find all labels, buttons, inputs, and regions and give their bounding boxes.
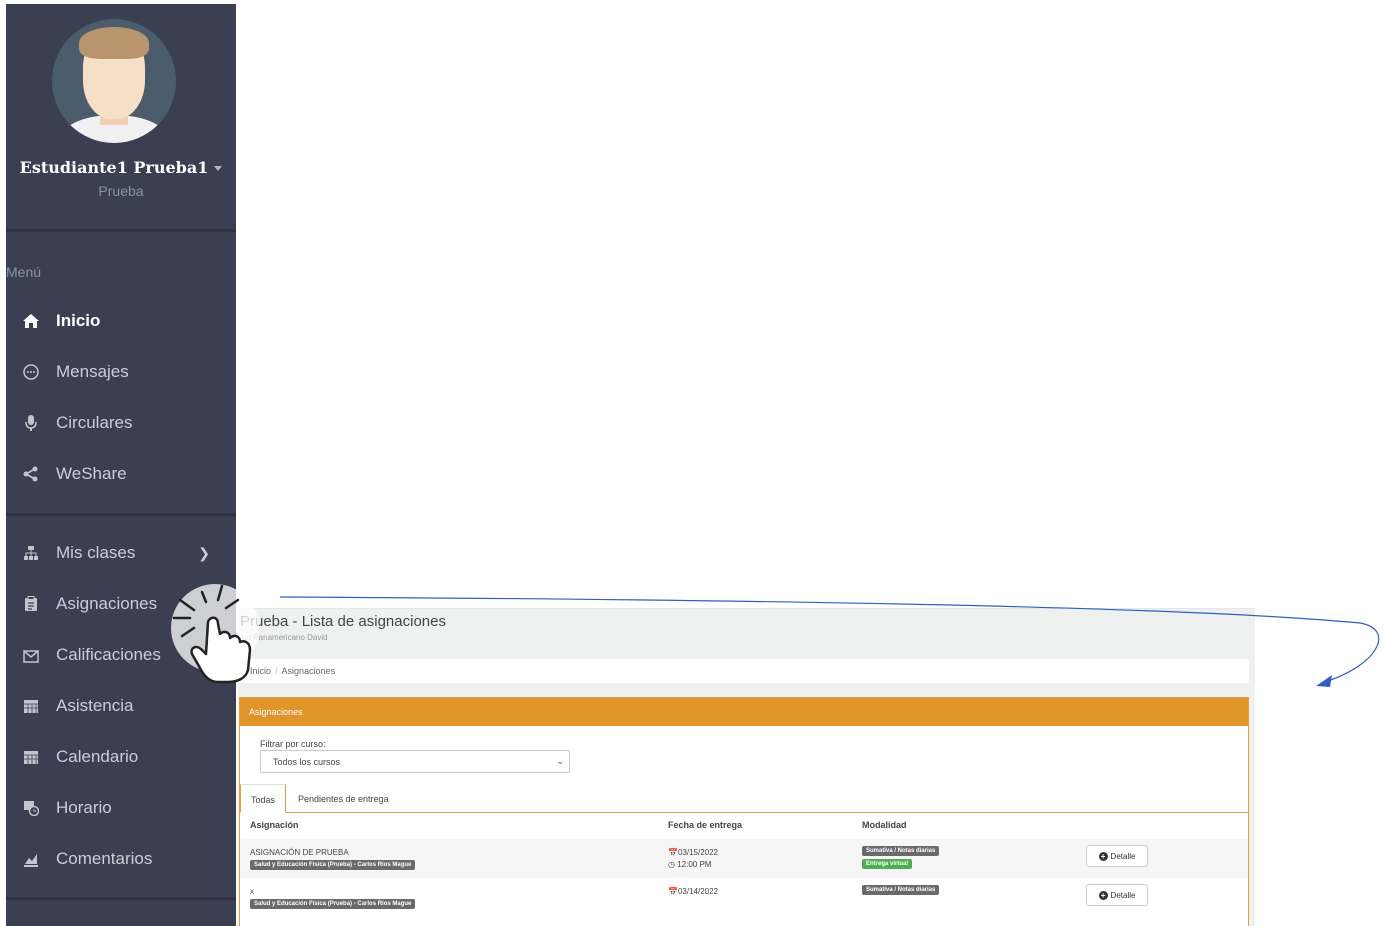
tab-todas[interactable]: Todas [240,784,286,813]
sidebar-item-calendario[interactable]: Calendario [6,737,236,777]
sidebar-item-label: Circulares [56,413,133,432]
sidebar-item-label: Horario [56,798,112,817]
modality-badge: Sumativa / Notas diarias [862,885,940,895]
clipboard-icon [6,596,56,612]
sidebar-item-label: Asignaciones [56,594,158,613]
sidebar-item-circulares[interactable]: Circulares [6,403,236,443]
delivery-badge: Entrega virtual [862,859,913,869]
panel-heading: Asignaciones [240,698,1248,726]
chat-icon [6,363,56,381]
table-row: ASIGNACIÓN DE PRUEBA Salud y Educación F… [240,839,1248,878]
column-header-fecha: Fecha de entrega [668,820,743,830]
tab-bar: Todas Pendientes de entrega [240,784,1248,813]
avatar[interactable] [52,19,176,143]
sidebar-item-comentarios[interactable]: Comentarios [6,839,236,879]
sidebar-item-label: Calendario [56,747,139,766]
user-name[interactable]: Estudiante1 Prueba1 [20,158,209,177]
sidebar-item-label: Mensajes [56,362,129,381]
due-time: ◷ 12:00 PM [668,860,711,869]
avatar-hair [79,27,149,59]
filter-label: Filtrar por curso: [260,739,326,749]
chart-icon [6,851,56,867]
assignments-panel: Asignaciones Filtrar por curso: Todos lo… [239,697,1249,926]
plus-circle-icon: + [1098,851,1108,861]
sitemap-icon [6,545,56,561]
course-filter-value: Todos los cursos [273,757,341,767]
table-row: x Salud y Educación Física (Prueba) - Ca… [240,878,1248,917]
annotation-arrow [279,596,1380,687]
caret-down-icon[interactable] [214,166,223,171]
detail-button-label: Detalle [1110,890,1136,900]
home-icon [6,313,56,329]
clock-small-icon: ◷ [668,860,678,869]
due-date: 📅03/15/2022 [668,848,718,857]
course-badge: Salud y Educación Física (Prueba) - Carl… [250,899,416,909]
due-time-value: 12:00 PM [677,860,712,869]
sidebar-item-inicio[interactable]: Inicio [6,301,236,341]
sidebar-divider [6,897,236,900]
sidebar-item-label: Calificaciones [56,645,161,664]
assignment-name[interactable]: x [250,887,254,896]
sidebar-item-label: Inicio [56,311,101,330]
menu-label: Menú [6,264,42,280]
user-role: Prueba [98,183,144,199]
tab-pendientes[interactable]: Pendientes de entrega [288,784,399,813]
click-hand-icon [171,584,259,684]
sidebar-divider [6,513,236,516]
sidebar-item-asistencia[interactable]: Asistencia [6,686,236,726]
calendar-icon [6,698,56,714]
sidebar: Estudiante1 Prueba1 Prueba Menú Inicio M… [6,4,236,926]
course-filter-select[interactable]: Todos los cursos ⌄ [260,750,570,773]
column-header-modalidad: Modalidad [862,820,907,830]
calendar-small-icon: 📅 [668,887,678,896]
course-badge: Salud y Educación Física (Prueba) - Carl… [250,860,416,870]
clock-icon [6,800,56,816]
chevron-down-icon: ⌄ [556,756,564,766]
sidebar-item-mis-clases[interactable]: Mis clases ❯ [6,533,236,573]
sidebar-item-horario[interactable]: Horario [6,788,236,828]
sidebar-item-label: Asistencia [56,696,134,715]
due-date-value: 03/14/2022 [677,887,719,896]
detail-button[interactable]: + Detalle [1086,884,1148,906]
detail-button-label: Detalle [1110,851,1136,861]
sidebar-item-label: Comentarios [56,849,153,868]
detail-button[interactable]: + Detalle [1086,845,1148,867]
microphone-icon [6,414,56,432]
assignment-name[interactable]: ASIGNACIÓN DE PRUEBA [250,848,349,857]
due-date: 📅03/14/2022 [668,887,718,896]
grades-icon [6,647,56,663]
sidebar-item-label: WeShare [56,464,127,483]
chevron-right-icon: ❯ [198,544,210,561]
user-name-dropdown[interactable]: Estudiante1 Prueba1 [6,158,236,177]
sidebar-item-label: Mis clases [56,543,136,562]
column-header-asignacion: Asignación [250,820,299,830]
share-icon [6,466,56,482]
sidebar-item-weshare[interactable]: WeShare [6,454,236,494]
calendar-icon [6,749,56,765]
calendar-small-icon: 📅 [668,848,678,857]
due-date-value: 03/15/2022 [677,848,719,857]
sidebar-item-mensajes[interactable]: Mensajes [6,352,236,392]
modality-badge: Sumativa / Notas diarias [862,846,940,856]
sidebar-divider [6,229,236,232]
plus-circle-icon: + [1098,890,1108,900]
